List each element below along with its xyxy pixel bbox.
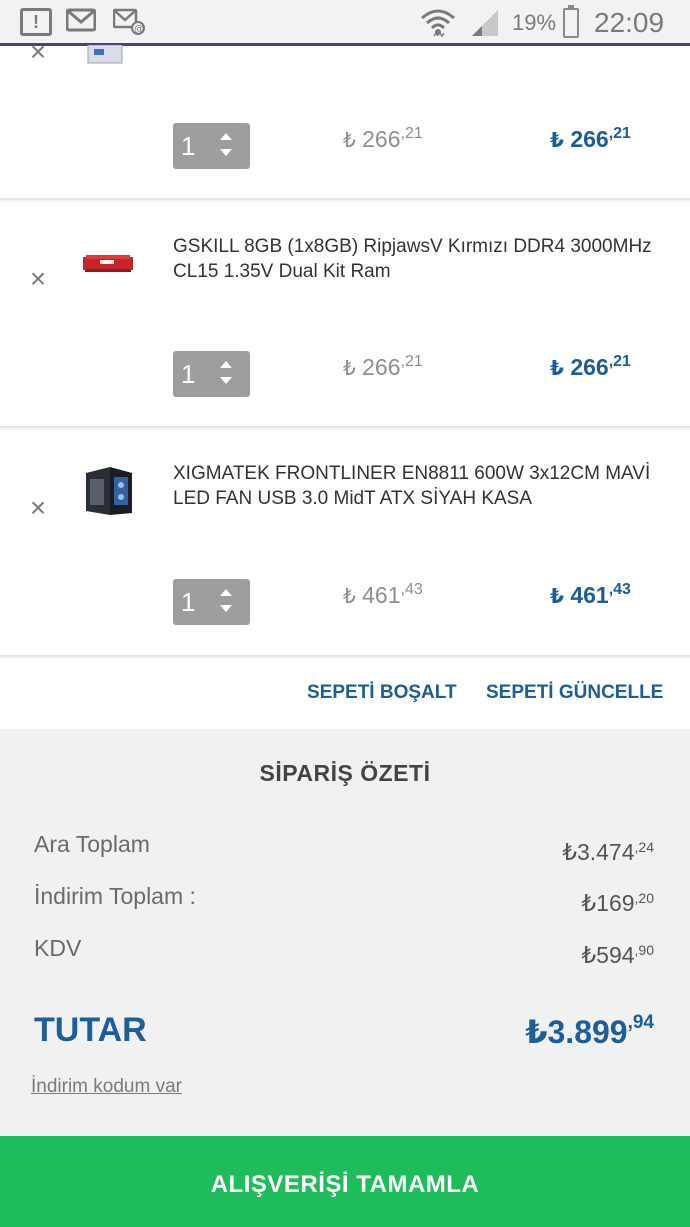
empty-cart-button[interactable]: SEPETİ BOŞALT: [307, 680, 457, 706]
lira-icon: ₺: [550, 130, 564, 152]
discount-label: İndirim Toplam :: [34, 883, 196, 909]
cart-item: × GSKILL 8GB (1x8GB) RipjawsV Kırmızı DD…: [0, 202, 690, 428]
mail-alert-icon: @: [112, 8, 145, 43]
tax-value: ₺594,90: [581, 942, 654, 968]
product-thumbnail[interactable]: [80, 465, 136, 526]
increase-icon[interactable]: [220, 361, 232, 368]
svg-text:@: @: [134, 24, 144, 35]
product-thumbnail[interactable]: [80, 44, 130, 72]
total-value: ₺3.899,94: [525, 1012, 654, 1050]
cart-list: × 1 ₺ 266,21 ₺ 266,21 × GSKILL 8GB (1x8G…: [0, 38, 690, 729]
cart-actions: SEPETİ BOŞALT SEPETİ GÜNCELLE: [0, 659, 690, 729]
decrease-icon[interactable]: [220, 149, 232, 156]
increase-icon[interactable]: [220, 589, 232, 596]
alert-icon: !: [20, 8, 52, 36]
wifi-icon: [420, 8, 456, 47]
lira-icon: ₺: [550, 358, 564, 380]
discount-code-link[interactable]: İndirim kodum var: [31, 1074, 182, 1100]
product-thumbnail[interactable]: [80, 252, 136, 281]
quantity-value: 1: [181, 359, 196, 389]
order-summary: SİPARİŞ ÖZETİ Ara Toplam ₺3.474,24 İndir…: [0, 729, 690, 1136]
unit-price: ₺ 266,21: [343, 125, 423, 152]
lira-icon: ₺: [343, 358, 356, 380]
quantity-value: 1: [181, 587, 196, 617]
decrease-icon[interactable]: [220, 605, 232, 612]
increase-icon[interactable]: [220, 133, 232, 140]
cart-item: × 1 ₺ 266,21 ₺ 266,21: [0, 38, 690, 200]
line-total: ₺ 461,43: [550, 581, 631, 608]
summary-title: SİPARİŞ ÖZETİ: [259, 760, 431, 786]
subtotal-value: ₺3.474,24: [562, 839, 654, 865]
battery-icon: [563, 5, 579, 38]
quantity-stepper[interactable]: 1: [173, 123, 250, 169]
lira-icon: ₺: [343, 130, 356, 152]
quantity-value: 1: [181, 131, 196, 161]
remove-item-icon[interactable]: ×: [27, 265, 49, 293]
product-title[interactable]: GSKILL 8GB (1x8GB) RipjawsV Kırmızı DDR4…: [173, 234, 663, 284]
signal-icon: [470, 10, 500, 36]
checkout-button[interactable]: ALIŞVERİŞİ TAMAMLA: [0, 1136, 690, 1227]
subtotal-label: Ara Toplam: [34, 831, 150, 857]
remove-item-icon[interactable]: ×: [27, 494, 49, 522]
decrease-icon[interactable]: [220, 377, 232, 384]
status-bar: ! @ 19% 22:09: [0, 0, 690, 46]
battery-percent: 19%: [512, 10, 557, 35]
tax-label: KDV: [34, 935, 82, 961]
quantity-stepper[interactable]: 1: [173, 351, 250, 397]
line-total: ₺ 266,21: [550, 353, 631, 380]
quantity-stepper[interactable]: 1: [173, 579, 250, 625]
unit-price: ₺ 266,21: [343, 353, 423, 380]
unit-price: ₺ 461,43: [343, 581, 423, 608]
lira-icon: ₺: [550, 586, 564, 608]
discount-value: ₺169,20: [581, 890, 654, 916]
update-cart-button[interactable]: SEPETİ GÜNCELLE: [486, 680, 663, 706]
total-label: TUTAR: [34, 1011, 147, 1049]
remove-item-icon[interactable]: ×: [27, 38, 49, 66]
cart-item: × XIGMATEK FRONTLINER EN8811 600W 3x12CM…: [0, 430, 690, 657]
lira-icon: ₺: [343, 586, 356, 608]
clock: 22:09: [594, 7, 665, 38]
line-total: ₺ 266,21: [550, 125, 631, 152]
product-title[interactable]: XIGMATEK FRONTLINER EN8811 600W 3x12CM M…: [173, 461, 663, 511]
gmail-icon: [65, 8, 97, 39]
